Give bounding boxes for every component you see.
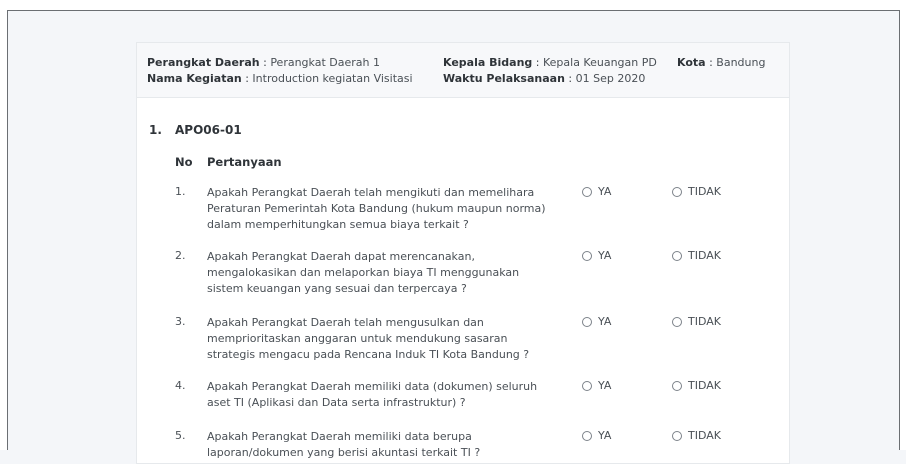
perangkat-daerah-label: Perangkat Daerah bbox=[147, 56, 260, 69]
nama-kegiatan-label: Nama Kegiatan bbox=[147, 72, 242, 85]
kota-value: Bandung bbox=[716, 56, 766, 69]
window-top-border bbox=[0, 0, 906, 11]
answer-tidak-option[interactable]: TIDAK bbox=[672, 429, 721, 442]
question-number: 5. bbox=[175, 429, 186, 442]
nama-kegiatan-value: Introduction kegiatan Visitasi bbox=[252, 72, 413, 85]
waktu-pelaksanaan-label: Waktu Pelaksanaan bbox=[443, 72, 565, 85]
column-header-question: Pertanyaan bbox=[207, 155, 282, 169]
kota-info: Kota : Bandung bbox=[677, 56, 766, 69]
kepala-bidang-info: Kepala Bidang : Kepala Keuangan PD bbox=[443, 56, 657, 69]
answer-tidak-option[interactable]: TIDAK bbox=[672, 315, 721, 328]
kepala-bidang-label: Kepala Bidang bbox=[443, 56, 533, 69]
answer-ya-option[interactable]: YA bbox=[582, 185, 611, 198]
question-text: Apakah Perangkat Daerah telah mengusulka… bbox=[207, 316, 530, 361]
radio-tidak[interactable] bbox=[672, 380, 682, 391]
question-number: 1. bbox=[175, 185, 186, 198]
radio-ya[interactable] bbox=[582, 316, 592, 327]
answer-tidak-option[interactable]: TIDAK bbox=[672, 249, 721, 262]
answer-tidak-label: TIDAK bbox=[688, 379, 721, 392]
radio-ya[interactable] bbox=[582, 250, 592, 261]
question-number: 2. bbox=[175, 249, 186, 262]
answer-tidak-option[interactable]: TIDAK bbox=[672, 185, 721, 198]
answer-ya-option[interactable]: YA bbox=[582, 429, 611, 442]
radio-tidak[interactable] bbox=[672, 186, 682, 197]
answer-ya-label: YA bbox=[598, 379, 612, 392]
question-number: 3. bbox=[175, 315, 186, 328]
question-text: Apakah Perangkat Daerah memiliki data be… bbox=[207, 430, 481, 459]
answer-ya-option[interactable]: YA bbox=[582, 379, 611, 392]
answer-ya-label: YA bbox=[598, 249, 612, 262]
answer-ya-option[interactable]: YA bbox=[582, 315, 611, 328]
section-number: 1. bbox=[149, 123, 162, 137]
section-title: APO06-01 bbox=[175, 123, 242, 137]
waktu-pelaksanaan-info: Waktu Pelaksanaan : 01 Sep 2020 bbox=[443, 72, 646, 85]
question-text: Apakah Perangkat Daerah telah mengikuti … bbox=[207, 186, 546, 231]
perangkat-daerah-value: Perangkat Daerah 1 bbox=[270, 56, 380, 69]
waktu-pelaksanaan-value: 01 Sep 2020 bbox=[575, 72, 646, 85]
window-left-border bbox=[0, 10, 8, 450]
kepala-bidang-value: Kepala Keuangan PD bbox=[542, 56, 657, 69]
column-header-no: No bbox=[175, 155, 193, 169]
question-number: 4. bbox=[175, 379, 186, 392]
radio-ya[interactable] bbox=[582, 430, 592, 441]
radio-ya[interactable] bbox=[582, 186, 592, 197]
answer-tidak-label: TIDAK bbox=[688, 185, 721, 198]
radio-ya[interactable] bbox=[582, 380, 592, 391]
answer-tidak-label: TIDAK bbox=[688, 429, 721, 442]
answer-ya-label: YA bbox=[598, 185, 612, 198]
activity-info-header: Perangkat Daerah : Perangkat Daerah 1 Na… bbox=[137, 43, 789, 98]
question-text: Apakah Perangkat Daerah dapat merencanak… bbox=[207, 250, 520, 295]
answer-ya-option[interactable]: YA bbox=[582, 249, 611, 262]
answer-ya-label: YA bbox=[598, 315, 612, 328]
answer-tidak-label: TIDAK bbox=[688, 315, 721, 328]
kota-label: Kota bbox=[677, 56, 706, 69]
question-text: Apakah Perangkat Daerah memiliki data (d… bbox=[207, 380, 538, 409]
window-right-border bbox=[899, 10, 906, 450]
answer-tidak-option[interactable]: TIDAK bbox=[672, 379, 721, 392]
radio-tidak[interactable] bbox=[672, 316, 682, 327]
answer-ya-label: YA bbox=[598, 429, 612, 442]
nama-kegiatan-info: Nama Kegiatan : Introduction kegiatan Vi… bbox=[147, 72, 413, 85]
perangkat-daerah-info: Perangkat Daerah : Perangkat Daerah 1 bbox=[147, 56, 380, 69]
radio-tidak[interactable] bbox=[672, 430, 682, 441]
radio-tidak[interactable] bbox=[672, 250, 682, 261]
assessment-card: Perangkat Daerah : Perangkat Daerah 1 Na… bbox=[136, 42, 790, 464]
answer-tidak-label: TIDAK bbox=[688, 249, 721, 262]
